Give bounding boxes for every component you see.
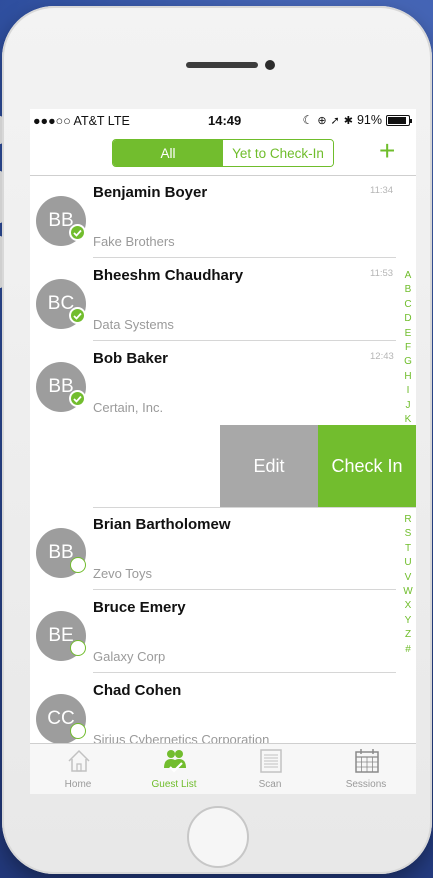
battery-percent: 91%: [356, 113, 382, 127]
mute-switch: [0, 116, 2, 144]
guest-company: Galaxy Corp: [93, 649, 166, 664]
guest-company: Fake Brothers: [93, 234, 175, 249]
guest-row[interactable]: BC Bheeshm Chaudhary 11:53 Data Systems: [30, 259, 416, 341]
index-letter[interactable]: H: [402, 370, 414, 384]
index-letter[interactable]: #: [402, 643, 414, 657]
row-divider: [93, 340, 396, 341]
home-button[interactable]: [187, 806, 249, 868]
index-letter[interactable]: V: [402, 571, 414, 585]
speaker-grille: [186, 62, 258, 68]
index-letter[interactable]: R: [402, 513, 414, 527]
index-letter[interactable]: W: [402, 585, 414, 599]
phone-frame: ●●●○○ AT&T LTE 14:49 ☾ ⊕ ➚ ✱ 91% All Yet…: [0, 6, 432, 874]
status-time: 14:49: [208, 113, 242, 128]
scan-icon: [260, 749, 282, 773]
guest-name: Chad Cohen: [93, 682, 182, 699]
add-guest-button[interactable]: +: [379, 137, 395, 165]
volume-up-button: [0, 171, 2, 223]
index-letter[interactable]: X: [402, 599, 414, 613]
guest-row[interactable]: BE Bruce Emery Galaxy Corp: [30, 591, 416, 673]
index-letter[interactable]: I: [402, 384, 414, 398]
tab-label: Sessions: [345, 779, 387, 790]
rotation-lock-icon: ⊕: [317, 114, 327, 127]
index-letter[interactable]: C: [402, 298, 414, 312]
not-checked-in-circle-icon: [70, 723, 86, 739]
battery-icon: [386, 114, 412, 126]
index-letter[interactable]: U: [402, 556, 414, 570]
tab-home[interactable]: Home: [30, 744, 126, 794]
tab-scan[interactable]: Scan: [222, 744, 318, 794]
app-screen: ●●●○○ AT&T LTE 14:49 ☾ ⊕ ➚ ✱ 91% All Yet…: [30, 109, 416, 794]
index-letter[interactable]: B: [402, 283, 414, 297]
front-camera: [265, 60, 275, 70]
section-index-lower[interactable]: R S T U V W X Y Z #: [402, 513, 414, 657]
guest-row[interactable]: BB Bob Baker 12:43 Certain, Inc.: [30, 342, 416, 424]
index-letter[interactable]: S: [402, 527, 414, 541]
index-letter[interactable]: F: [402, 341, 414, 355]
index-letter[interactable]: J: [402, 399, 414, 413]
carrier-signal: ●●●○○ AT&T LTE: [33, 114, 130, 128]
guest-name: Bruce Emery: [93, 599, 186, 616]
segment-all[interactable]: All: [113, 140, 223, 166]
index-letter[interactable]: K: [402, 413, 414, 427]
guest-list-icon: [164, 750, 186, 773]
row-divider: [93, 589, 396, 590]
swipe-actions-row: Edit Check In: [30, 425, 416, 508]
tab-guest-list[interactable]: Guest List: [126, 744, 222, 794]
not-checked-in-circle-icon: [70, 640, 86, 656]
checked-in-check-icon: [69, 390, 86, 407]
check-in-time: 12:43: [370, 351, 394, 362]
index-letter[interactable]: G: [402, 355, 414, 369]
index-letter[interactable]: Y: [402, 614, 414, 628]
guest-row[interactable]: BB Brian Bartholomew Zevo Toys: [30, 508, 416, 590]
guest-name: Benjamin Boyer: [93, 184, 208, 201]
tab-bar: Home Guest List Scan Sessions: [30, 743, 416, 794]
guest-company: Zevo Toys: [93, 566, 153, 581]
index-letter[interactable]: A: [402, 269, 414, 283]
row-divider: [93, 672, 396, 673]
status-indicators: ☾ ⊕ ➚ ✱ 91%: [302, 113, 412, 127]
bluetooth-icon: ✱: [343, 114, 353, 127]
not-checked-in-circle-icon: [70, 557, 86, 573]
section-index-upper[interactable]: A B C D E F G H I J K: [402, 269, 414, 427]
guest-list[interactable]: BB Benjamin Boyer 11:34 Fake Brothers BC…: [30, 176, 416, 747]
check-in-time: 11:53: [370, 268, 394, 279]
filter-segmented-control: All Yet to Check-In: [112, 139, 334, 167]
guest-name: Bheeshm Chaudhary: [93, 267, 244, 284]
calendar-icon: [355, 749, 379, 773]
guest-company: Data Systems: [93, 317, 174, 332]
row-divider: [93, 257, 396, 258]
guest-company: Certain, Inc.: [93, 400, 164, 415]
checked-in-check-icon: [69, 224, 86, 241]
tab-label: Home: [64, 779, 92, 790]
check-in-time: 11:34: [370, 185, 394, 196]
index-letter[interactable]: Z: [402, 628, 414, 642]
guest-name: Brian Bartholomew: [93, 516, 231, 533]
guest-row[interactable]: BB Benjamin Boyer 11:34 Fake Brothers: [30, 176, 416, 258]
index-letter[interactable]: T: [402, 542, 414, 556]
index-letter[interactable]: E: [402, 327, 414, 341]
tab-label: Guest List: [151, 779, 197, 790]
index-letter[interactable]: D: [402, 312, 414, 326]
segment-yet-to-check-in[interactable]: Yet to Check-In: [223, 140, 333, 166]
checked-in-check-icon: [69, 307, 86, 324]
location-icon: ➚: [330, 114, 340, 127]
moon-icon: ☾: [302, 113, 314, 127]
tab-sessions[interactable]: Sessions: [318, 744, 414, 794]
check-in-button[interactable]: Check In: [318, 425, 416, 507]
tab-label: Scan: [258, 779, 282, 790]
home-icon: [68, 749, 90, 772]
volume-down-button: [0, 236, 2, 288]
status-bar: ●●●○○ AT&T LTE 14:49 ☾ ⊕ ➚ ✱ 91%: [30, 109, 416, 131]
edit-button[interactable]: Edit: [220, 425, 318, 507]
guest-name: Bob Baker: [93, 350, 169, 367]
